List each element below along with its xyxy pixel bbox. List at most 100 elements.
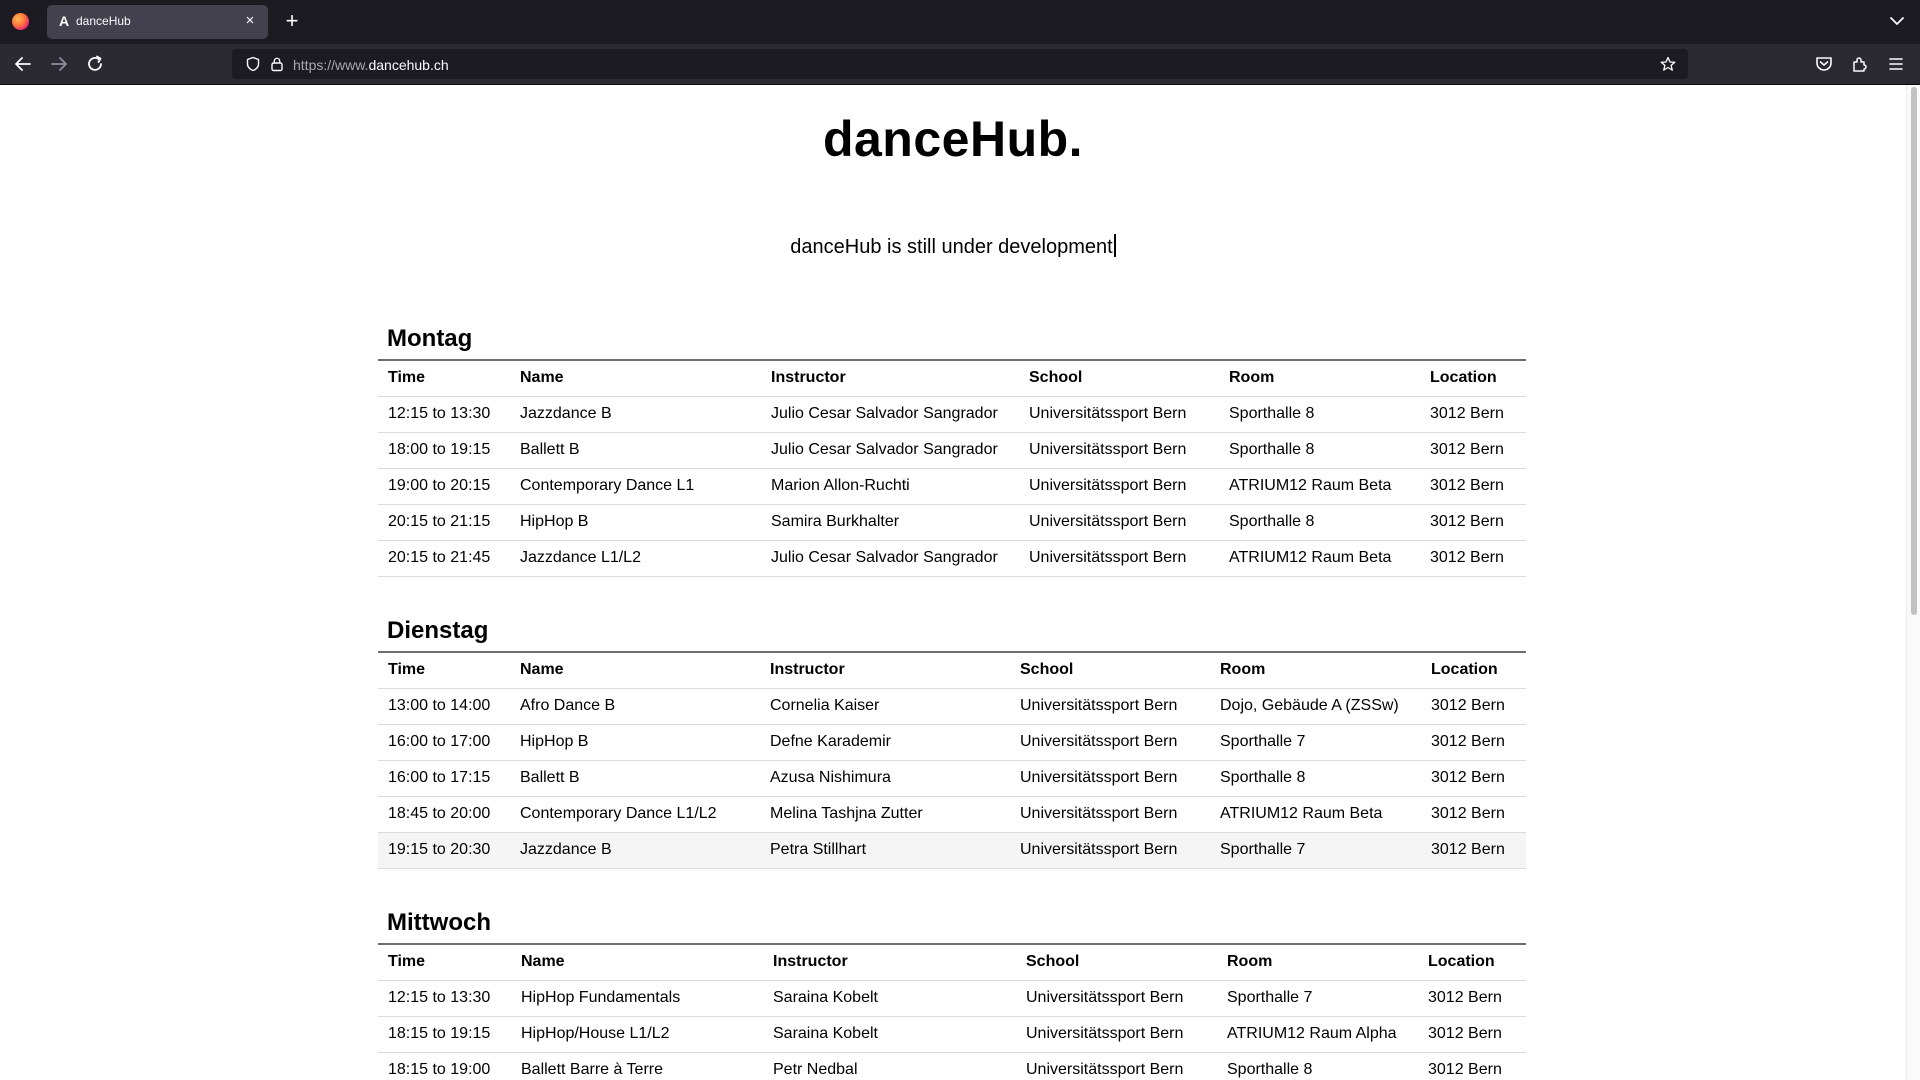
tab-close-icon[interactable]: × xyxy=(241,12,259,30)
cell-location: 3012 Bern xyxy=(1421,832,1526,869)
cell-room: ATRIUM12 Raum Alpha xyxy=(1217,1016,1418,1053)
table-row[interactable]: 20:15 to 21:45 Jazzdance L1/L2 Julio Cesar… xyxy=(378,540,1526,577)
cell-school: Universitätssport Bern xyxy=(1016,1016,1217,1053)
table-row[interactable]: 13:00 to 14:00 Afro Dance B Cornelia Kaise… xyxy=(378,688,1526,725)
tab-title: danceHub xyxy=(76,14,131,28)
table-row[interactable]: 18:15 to 19:15 HipHop/House L1/L2 Saraina … xyxy=(378,1016,1526,1053)
cell-room: ATRIUM12 Raum Beta xyxy=(1219,540,1420,577)
forward-arrow-icon[interactable] xyxy=(48,53,70,75)
cell-room: ATRIUM12 Raum Beta xyxy=(1219,468,1420,505)
cell-name: Contemporary Dance L1/L2 xyxy=(510,796,760,833)
page-viewport: danceHub. danceHub is still under develo… xyxy=(0,85,1906,1080)
cell-location: 3012 Bern xyxy=(1420,396,1526,433)
table-row[interactable]: 18:15 to 19:00 Ballett Barre à Terre Petr … xyxy=(378,1052,1526,1080)
scrollbar-thumb[interactable] xyxy=(1911,87,1917,615)
cell-location: 3012 Bern xyxy=(1420,432,1526,469)
table-row[interactable]: 19:15 to 20:30 Jazzdance B Petra Stillhart… xyxy=(378,832,1526,869)
cell-time: 13:00 to 14:00 xyxy=(378,688,510,725)
pocket-icon[interactable] xyxy=(1814,54,1834,74)
browser-nav-bar: https://www.dancehub.ch xyxy=(0,44,1920,84)
new-tab-button[interactable]: + xyxy=(280,9,304,33)
cell-location: 3012 Bern xyxy=(1418,1016,1526,1053)
table-header-row: Time Name Instructor School Room Location xyxy=(378,944,1526,981)
column-header-room: Room xyxy=(1219,360,1420,397)
cell-time: 18:15 to 19:00 xyxy=(378,1052,511,1080)
hamburger-menu-icon[interactable] xyxy=(1886,54,1906,74)
table-row[interactable]: 12:15 to 13:30 Jazzdance B Julio Cesar Sal… xyxy=(378,396,1526,433)
url-text[interactable]: https://www.dancehub.ch xyxy=(293,57,449,73)
cell-instructor: Julio Cesar Salvador Sangrador xyxy=(761,540,1019,577)
cell-instructor: Azusa Nishimura xyxy=(760,760,1010,797)
cell-school: Universitätssport Bern xyxy=(1019,468,1219,505)
cell-instructor: Saraina Kobelt xyxy=(763,1016,1016,1053)
day-heading: Dienstag xyxy=(387,617,489,644)
tab-favicon-icon: A xyxy=(58,13,70,29)
cell-name: Jazzdance B xyxy=(510,396,761,433)
schedule-table: Time Name Instructor School Room Location 12:… xyxy=(378,359,1526,577)
cell-room: ATRIUM12 Raum Beta xyxy=(1210,796,1421,833)
cell-name: HipHop B xyxy=(510,504,761,541)
lock-icon[interactable] xyxy=(269,56,285,72)
cell-location: 3012 Bern xyxy=(1421,688,1526,725)
cell-school: Universitätssport Bern xyxy=(1010,688,1210,725)
address-bar[interactable]: https://www.dancehub.ch xyxy=(232,49,1688,79)
column-header-name: Name xyxy=(510,652,760,689)
cell-name: Ballett Barre à Terre xyxy=(511,1052,763,1080)
table-row[interactable]: 20:15 to 21:15 HipHop B Samira Burkhalter U… xyxy=(378,504,1526,541)
cell-instructor: Petra Stillhart xyxy=(760,832,1010,869)
cell-room: Sporthalle 8 xyxy=(1217,1052,1418,1080)
cell-location: 3012 Bern xyxy=(1420,468,1526,505)
table-row[interactable]: 18:00 to 19:15 Ballett B Julio Cesar Salva… xyxy=(378,432,1526,469)
list-all-tabs-chevron-icon[interactable] xyxy=(1888,12,1906,30)
column-header-instructor: Instructor xyxy=(761,360,1019,397)
reload-icon[interactable] xyxy=(84,53,106,75)
schedule-table: Time Name Instructor School Room Location 12:… xyxy=(378,943,1526,1080)
table-row[interactable]: 12:15 to 13:30 HipHop Fundamentals Saraina… xyxy=(378,980,1526,1017)
extensions-puzzle-icon[interactable] xyxy=(1850,54,1870,74)
cell-room: Sporthalle 7 xyxy=(1217,980,1418,1017)
cell-instructor: Julio Cesar Salvador Sangrador xyxy=(761,396,1019,433)
tab-dancehub[interactable]: A danceHub × xyxy=(47,5,268,39)
column-header-room: Room xyxy=(1210,652,1421,689)
table-row[interactable]: 19:00 to 20:15 Contemporary Dance L1 Mario… xyxy=(378,468,1526,505)
cell-room: Sporthalle 8 xyxy=(1210,760,1421,797)
cell-location: 3012 Bern xyxy=(1420,540,1526,577)
column-header-school: School xyxy=(1016,944,1217,981)
cell-school: Universitätssport Bern xyxy=(1019,432,1219,469)
cell-instructor: Marion Allon-Ruchti xyxy=(761,468,1019,505)
cell-name: Jazzdance B xyxy=(510,832,760,869)
tracking-protection-shield-icon[interactable] xyxy=(245,56,261,72)
table-row[interactable]: 16:00 to 17:00 HipHop B Defne Karademir Uni… xyxy=(378,724,1526,761)
cell-time: 19:00 to 20:15 xyxy=(378,468,510,505)
column-header-room: Room xyxy=(1217,944,1418,981)
cell-time: 16:00 to 17:15 xyxy=(378,760,510,797)
cell-instructor: Saraina Kobelt xyxy=(763,980,1016,1017)
column-header-school: School xyxy=(1010,652,1210,689)
cell-name: Afro Dance B xyxy=(510,688,760,725)
column-header-location: Location xyxy=(1420,360,1526,397)
column-header-school: School xyxy=(1019,360,1219,397)
cell-instructor: Petr Nedbal xyxy=(763,1052,1016,1080)
cell-room: Sporthalle 8 xyxy=(1219,396,1420,433)
firefox-logo-icon[interactable] xyxy=(12,13,29,30)
column-header-time: Time xyxy=(378,944,511,981)
site-title: danceHub. xyxy=(822,111,1084,167)
cell-instructor: Melina Tashjna Zutter xyxy=(760,796,1010,833)
cell-time: 12:15 to 13:30 xyxy=(378,980,511,1017)
cell-time: 20:15 to 21:15 xyxy=(378,504,510,541)
cell-time: 18:00 to 19:15 xyxy=(378,432,510,469)
back-arrow-icon[interactable] xyxy=(12,53,34,75)
cell-room: Sporthalle 7 xyxy=(1210,724,1421,761)
table-row[interactable]: 18:45 to 20:00 Contemporary Dance L1/L2 Me… xyxy=(378,796,1526,833)
cell-time: 12:15 to 13:30 xyxy=(378,396,510,433)
table-row[interactable]: 16:00 to 17:15 Ballett B Azusa Nishimura Un… xyxy=(378,760,1526,797)
day-section-montag: Montag Time Name Instructor School Room Locat… xyxy=(378,325,1526,577)
bookmark-star-icon[interactable] xyxy=(1660,56,1676,72)
page-scrollbar[interactable] xyxy=(1906,85,1920,1080)
column-header-instructor: Instructor xyxy=(760,652,1010,689)
column-header-instructor: Instructor xyxy=(763,944,1016,981)
column-header-name: Name xyxy=(511,944,763,981)
cell-school: Universitätssport Bern xyxy=(1019,396,1219,433)
table-header-row: Time Name Instructor School Room Location xyxy=(378,360,1526,397)
column-header-time: Time xyxy=(378,360,510,397)
